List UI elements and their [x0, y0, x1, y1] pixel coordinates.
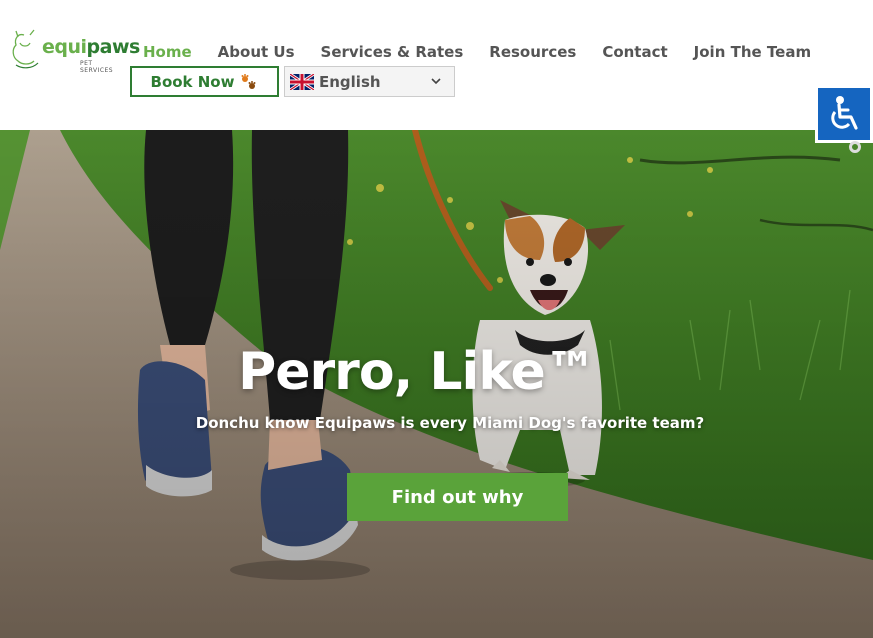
book-now-label: Book Now [150, 72, 235, 91]
accessibility-button[interactable] [815, 85, 873, 143]
uk-flag-icon [290, 73, 314, 90]
book-now-button[interactable]: Book Now [130, 66, 279, 97]
language-label: English [319, 72, 381, 91]
nav-contact[interactable]: Contact [602, 43, 667, 61]
nav-resources[interactable]: Resources [489, 43, 576, 61]
hero-title: Perro, Like™ [238, 342, 597, 402]
logo-tagline: PET SERVICES [80, 60, 114, 74]
language-selector[interactable]: English [284, 66, 455, 97]
logo-brand-main: equi [42, 36, 87, 58]
nav-services-rates[interactable]: Services & Rates [321, 43, 464, 61]
nav-join-the-team[interactable]: Join The Team [694, 43, 811, 61]
hero-section: Perro, Like™ Donchu know Equipaws is eve… [0, 130, 873, 638]
wheelchair-icon [831, 96, 858, 130]
logo-brand-accent: paws [86, 36, 141, 58]
hero-subtitle: Donchu know Equipaws is every Miami Dog'… [195, 414, 705, 432]
chevron-down-icon [431, 78, 441, 85]
find-out-why-button[interactable]: Find out why [347, 473, 568, 521]
equipaws-logo[interactable]: equipaws PET SERVICES [10, 27, 140, 74]
nav-about-us[interactable]: About Us [218, 43, 295, 61]
nav-home[interactable]: Home [143, 43, 192, 61]
dog-logo-icon [12, 29, 39, 69]
main-nav: Home About Us Services & Rates Resources… [143, 43, 837, 61]
site-header: equipaws PET SERVICES Home About Us Serv… [0, 0, 873, 130]
paw-prints-icon [241, 73, 256, 89]
accessibility-toggle-dot[interactable] [849, 141, 861, 153]
